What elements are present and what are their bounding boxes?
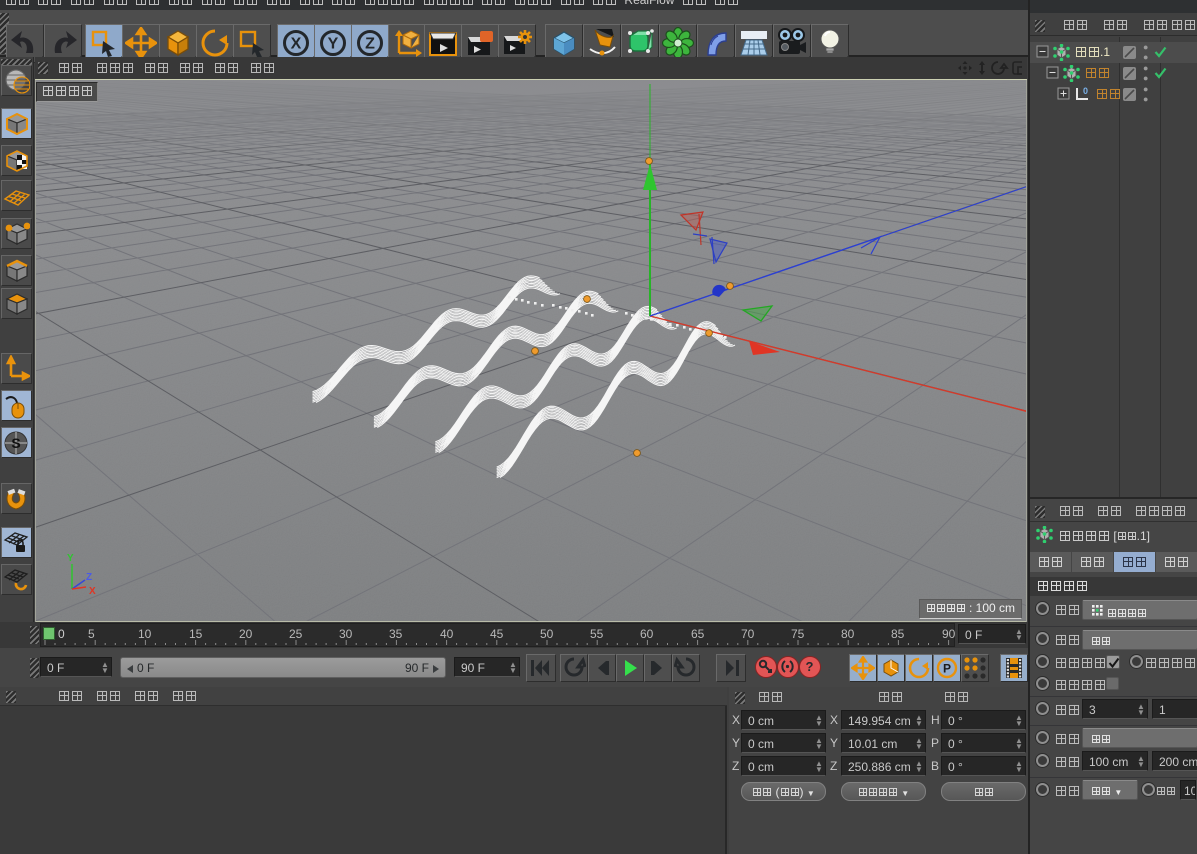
svg-text:S: S <box>11 435 20 451</box>
svg-text:Z: Z <box>365 36 375 53</box>
svg-text:X: X <box>89 586 96 597</box>
svg-text:Y: Y <box>328 36 339 53</box>
svg-text:?: ? <box>806 659 814 674</box>
svg-text:0: 0 <box>1083 86 1088 96</box>
svg-text:P: P <box>943 662 951 676</box>
svg-text:Z: Z <box>86 572 92 583</box>
svg-text:Y: Y <box>67 553 74 564</box>
svg-text:X: X <box>291 36 302 53</box>
